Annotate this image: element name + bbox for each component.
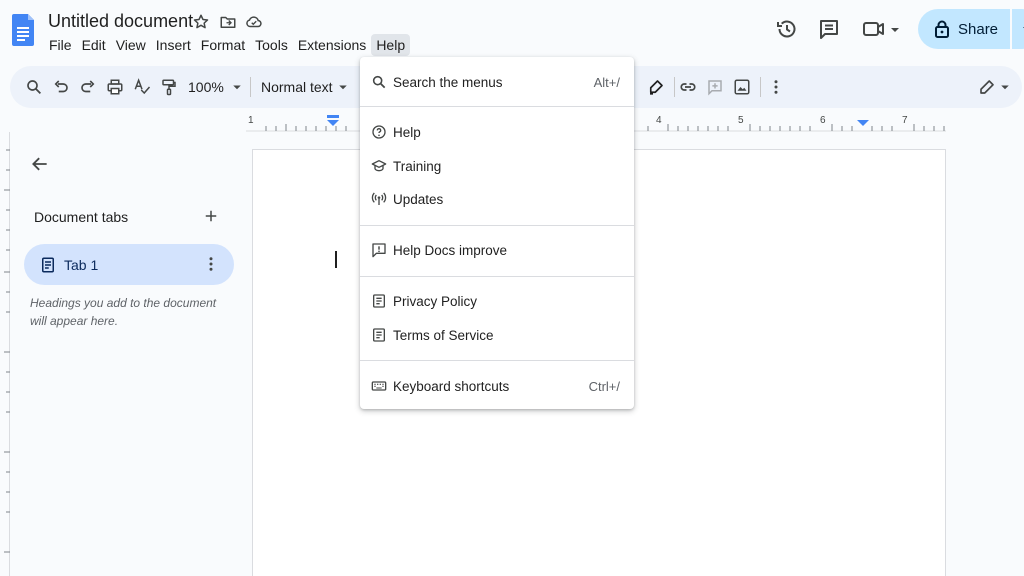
menu-file[interactable]: File bbox=[44, 34, 77, 56]
help-menu: Search the menus Alt+/ Help Training Upd… bbox=[360, 57, 634, 409]
menu-edit[interactable]: Edit bbox=[77, 34, 111, 56]
move-folder-icon[interactable] bbox=[219, 13, 237, 31]
terms-label: Terms of Service bbox=[393, 328, 494, 343]
lock-icon bbox=[935, 20, 949, 38]
spellcheck-icon[interactable] bbox=[133, 78, 151, 96]
ruler-label-7: 7 bbox=[902, 115, 908, 126]
privacy-label: Privacy Policy bbox=[393, 294, 478, 309]
search-menus-label: Search the menus bbox=[393, 75, 503, 90]
document-tab-icon bbox=[39, 256, 57, 274]
print-icon[interactable] bbox=[106, 78, 124, 96]
menu-view[interactable]: View bbox=[111, 34, 151, 56]
question-circle-icon bbox=[371, 124, 387, 140]
menu-extensions[interactable]: Extensions bbox=[293, 34, 371, 56]
document-title[interactable]: Untitled document bbox=[48, 11, 193, 32]
undo-icon[interactable] bbox=[52, 78, 70, 96]
right-indent-marker[interactable] bbox=[857, 120, 869, 126]
text-cursor bbox=[335, 251, 337, 268]
document-icon bbox=[371, 327, 387, 343]
tab-label: Tab 1 bbox=[64, 257, 99, 273]
version-history-icon[interactable] bbox=[775, 17, 799, 41]
ruler-label-6: 6 bbox=[820, 115, 826, 126]
menu-item-training[interactable]: Training bbox=[360, 151, 634, 181]
insert-image-icon[interactable] bbox=[733, 78, 751, 96]
add-comment-icon[interactable] bbox=[706, 78, 724, 96]
share-label: Share bbox=[958, 20, 999, 38]
zoom-chevron-down-icon[interactable] bbox=[228, 78, 246, 96]
cloud-status-icon[interactable] bbox=[245, 13, 263, 31]
menu-divider bbox=[360, 106, 634, 107]
menu-item-keyboard-shortcuts[interactable]: Keyboard shortcuts Ctrl+/ bbox=[360, 371, 634, 401]
search-icon bbox=[371, 74, 387, 90]
broadcast-icon bbox=[371, 191, 387, 207]
menu-divider bbox=[360, 360, 634, 361]
search-menus-icon[interactable] bbox=[25, 78, 43, 96]
ruler-label-4: 4 bbox=[656, 115, 662, 126]
vertical-ruler[interactable] bbox=[0, 132, 10, 576]
sidebar-heading: Document tabs bbox=[34, 209, 129, 225]
training-label: Training bbox=[393, 159, 442, 174]
meet-icon[interactable] bbox=[862, 17, 902, 41]
star-icon[interactable] bbox=[192, 13, 210, 31]
keyboard-shortcuts-label: Keyboard shortcuts bbox=[393, 379, 510, 394]
ruler-label-1: 1 bbox=[248, 115, 254, 126]
docs-logo-icon[interactable] bbox=[12, 12, 36, 48]
menu-item-privacy[interactable]: Privacy Policy bbox=[360, 286, 634, 316]
more-options-icon[interactable] bbox=[767, 78, 785, 96]
share-group: Share bbox=[918, 9, 1024, 49]
redo-icon[interactable] bbox=[79, 78, 97, 96]
comments-icon[interactable] bbox=[817, 17, 841, 41]
toolbar-divider bbox=[674, 77, 675, 97]
updates-label: Updates bbox=[393, 192, 444, 207]
highlight-color-icon[interactable] bbox=[647, 78, 665, 96]
zoom-select[interactable]: 100% bbox=[188, 79, 224, 95]
close-outline-arrow-icon[interactable] bbox=[30, 154, 50, 174]
menu-divider bbox=[360, 276, 634, 277]
toolbar-divider bbox=[250, 77, 251, 97]
share-button[interactable]: Share bbox=[918, 9, 1011, 49]
graduation-cap-icon bbox=[371, 158, 387, 174]
menu-item-updates[interactable]: Updates bbox=[360, 184, 634, 214]
left-indent-marker[interactable] bbox=[327, 120, 339, 126]
style-chevron-down-icon[interactable] bbox=[334, 78, 352, 96]
outline-hint: Headings you add to the document will ap… bbox=[30, 296, 217, 328]
keyboard-icon bbox=[371, 378, 387, 394]
first-line-indent-marker[interactable] bbox=[327, 115, 339, 118]
help-label: Help bbox=[393, 125, 421, 140]
keyboard-shortcut-hint: Ctrl+/ bbox=[588, 379, 620, 394]
tab-options-icon[interactable] bbox=[202, 255, 220, 273]
menu-divider bbox=[360, 225, 634, 226]
menu-item-search[interactable]: Search the menus Alt+/ bbox=[360, 67, 634, 97]
menu-insert[interactable]: Insert bbox=[151, 34, 196, 56]
editing-mode-chevron-icon[interactable] bbox=[996, 78, 1014, 96]
insert-link-icon[interactable] bbox=[679, 78, 697, 96]
sidebar-item-tab-1[interactable]: Tab 1 bbox=[24, 244, 234, 285]
menu-format[interactable]: Format bbox=[196, 34, 250, 56]
menu-item-improve[interactable]: Help Docs improve bbox=[360, 235, 634, 265]
document-icon bbox=[371, 293, 387, 309]
paragraph-style-select[interactable]: Normal text bbox=[261, 79, 333, 95]
feedback-icon bbox=[371, 242, 387, 258]
menu-item-help[interactable]: Help bbox=[360, 117, 634, 147]
menu-tools[interactable]: Tools bbox=[250, 34, 293, 56]
toolbar-divider bbox=[760, 77, 761, 97]
menu-bar: File Edit View Insert Format Tools Exten… bbox=[44, 34, 411, 56]
share-options-button[interactable] bbox=[1012, 9, 1024, 49]
paint-format-icon[interactable] bbox=[160, 78, 178, 96]
menu-help[interactable]: Help bbox=[371, 34, 411, 56]
add-tab-icon[interactable] bbox=[202, 207, 220, 225]
search-shortcut: Alt+/ bbox=[593, 75, 620, 90]
editing-mode-icon[interactable] bbox=[978, 78, 996, 96]
ruler-label-5: 5 bbox=[738, 115, 744, 126]
improve-label: Help Docs improve bbox=[393, 243, 508, 258]
menu-item-terms[interactable]: Terms of Service bbox=[360, 320, 634, 350]
